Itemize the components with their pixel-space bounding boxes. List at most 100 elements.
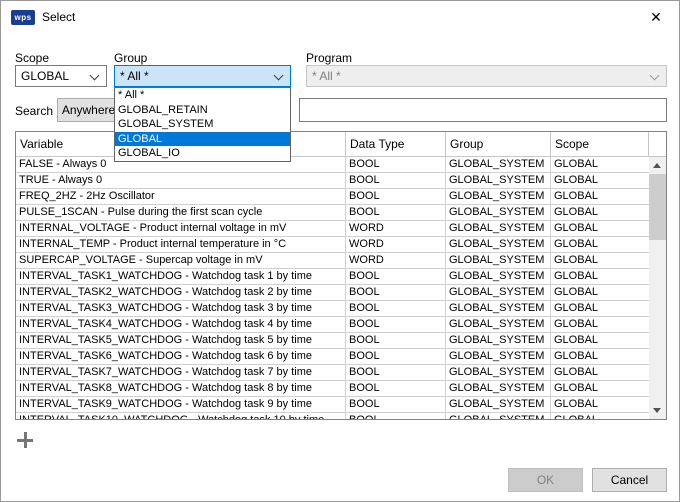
- cell-group: GLOBAL_SYSTEM: [446, 157, 551, 173]
- column-header-scope[interactable]: Scope: [551, 132, 649, 156]
- cell-data-type: BOOL: [346, 381, 446, 397]
- group-label: Group: [114, 51, 147, 65]
- table-row[interactable]: INTERVAL_TASK5_WATCHDOG - Watchdog task …: [16, 333, 649, 349]
- program-label: Program: [306, 51, 352, 65]
- cell-data-type: BOOL: [346, 285, 446, 301]
- cell-scope: GLOBAL: [551, 189, 649, 205]
- close-icon[interactable]: ✕: [633, 1, 679, 33]
- chevron-down-icon: [274, 71, 284, 81]
- table-row[interactable]: INTERVAL_TASK2_WATCHDOG - Watchdog task …: [16, 285, 649, 301]
- group-option[interactable]: GLOBAL_SYSTEM: [115, 117, 290, 132]
- cell-data-type: BOOL: [346, 189, 446, 205]
- cell-variable: INTERVAL_TASK7_WATCHDOG - Watchdog task …: [16, 365, 346, 381]
- add-variable-icon[interactable]: [17, 432, 33, 448]
- column-header-filler: [649, 132, 666, 156]
- table-row[interactable]: INTERVAL_TASK3_WATCHDOG - Watchdog task …: [16, 301, 649, 317]
- group-option[interactable]: * All *: [115, 88, 290, 103]
- table-row[interactable]: TRUE - Always 0 BOOL GLOBAL_SYSTEM GLOBA…: [16, 173, 649, 189]
- cell-group: GLOBAL_SYSTEM: [446, 269, 551, 285]
- cell-group: GLOBAL_SYSTEM: [446, 333, 551, 349]
- table-row[interactable]: INTERVAL_TASK7_WATCHDOG - Watchdog task …: [16, 365, 649, 381]
- program-combobox-value: * All *: [312, 69, 341, 83]
- cell-variable: INTERVAL_TASK3_WATCHDOG - Watchdog task …: [16, 301, 346, 317]
- scope-combobox[interactable]: GLOBAL: [15, 65, 107, 87]
- cell-scope: GLOBAL: [551, 413, 649, 419]
- cell-group: GLOBAL_SYSTEM: [446, 237, 551, 253]
- cell-group: GLOBAL_SYSTEM: [446, 381, 551, 397]
- cell-variable: INTERVAL_TASK4_WATCHDOG - Watchdog task …: [16, 317, 346, 333]
- cell-scope: GLOBAL: [551, 205, 649, 221]
- table-row[interactable]: FALSE - Always 0 BOOL GLOBAL_SYSTEM GLOB…: [16, 157, 649, 173]
- cell-group: GLOBAL_SYSTEM: [446, 413, 551, 419]
- group-option[interactable]: GLOBAL_RETAIN: [115, 103, 290, 118]
- cell-data-type: BOOL: [346, 269, 446, 285]
- table-row[interactable]: INTERVAL_TASK4_WATCHDOG - Watchdog task …: [16, 317, 649, 333]
- cell-data-type: BOOL: [346, 413, 446, 419]
- wps-logo-icon: wps: [11, 10, 35, 25]
- table-row[interactable]: INTERVAL_TASK6_WATCHDOG - Watchdog task …: [16, 349, 649, 365]
- column-header-group[interactable]: Group: [446, 132, 551, 156]
- cell-scope: GLOBAL: [551, 333, 649, 349]
- search-mode-button[interactable]: Anywhere: [57, 98, 120, 122]
- cell-group: GLOBAL_SYSTEM: [446, 285, 551, 301]
- search-label: Search: [15, 104, 53, 118]
- cell-variable: INTERVAL_TASK8_WATCHDOG - Watchdog task …: [16, 381, 346, 397]
- column-header-data-type[interactable]: Data Type: [346, 132, 446, 156]
- cell-group: GLOBAL_SYSTEM: [446, 173, 551, 189]
- cell-data-type: BOOL: [346, 173, 446, 189]
- cell-variable: TRUE - Always 0: [16, 173, 346, 189]
- cell-data-type: BOOL: [346, 349, 446, 365]
- program-combobox: * All *: [306, 65, 667, 87]
- cell-scope: GLOBAL: [551, 397, 649, 413]
- cell-scope: GLOBAL: [551, 349, 649, 365]
- cell-scope: GLOBAL: [551, 237, 649, 253]
- scroll-down-icon[interactable]: [649, 402, 666, 419]
- group-combobox[interactable]: * All *: [114, 65, 291, 87]
- cell-data-type: WORD: [346, 237, 446, 253]
- table-row[interactable]: INTERVAL_TASK10_WATCHDOG - Watchdog task…: [16, 413, 649, 419]
- select-dialog: wps Select ✕ Scope Group Program GLOBAL …: [0, 0, 680, 502]
- chevron-down-icon: [650, 71, 660, 81]
- group-option[interactable]: GLOBAL_IO: [115, 146, 290, 161]
- title-bar: wps Select ✕: [1, 1, 679, 33]
- ok-button: OK: [508, 468, 583, 492]
- cell-variable: INTERVAL_TASK2_WATCHDOG - Watchdog task …: [16, 285, 346, 301]
- cell-data-type: WORD: [346, 221, 446, 237]
- scroll-up-icon[interactable]: [649, 157, 666, 174]
- group-combobox-value: * All *: [120, 69, 149, 83]
- search-input[interactable]: [299, 98, 667, 122]
- variable-table-body-rows: FALSE - Always 0 BOOL GLOBAL_SYSTEM GLOB…: [16, 157, 649, 419]
- cell-data-type: BOOL: [346, 365, 446, 381]
- scope-label: Scope: [15, 51, 49, 65]
- table-row[interactable]: INTERVAL_TASK9_WATCHDOG - Watchdog task …: [16, 397, 649, 413]
- cell-data-type: BOOL: [346, 301, 446, 317]
- cell-group: GLOBAL_SYSTEM: [446, 349, 551, 365]
- table-scrollbar[interactable]: [649, 157, 666, 419]
- scrollbar-thumb[interactable]: [649, 174, 666, 240]
- cell-scope: GLOBAL: [551, 221, 649, 237]
- table-row[interactable]: FREQ_2HZ - 2Hz Oscillator BOOL GLOBAL_SY…: [16, 189, 649, 205]
- cell-scope: GLOBAL: [551, 317, 649, 333]
- cell-variable: INTERVAL_TASK5_WATCHDOG - Watchdog task …: [16, 333, 346, 349]
- table-row[interactable]: SUPERCAP_VOLTAGE - Supercap voltage in m…: [16, 253, 649, 269]
- cancel-button[interactable]: Cancel: [592, 468, 667, 492]
- cell-data-type: BOOL: [346, 333, 446, 349]
- cell-scope: GLOBAL: [551, 253, 649, 269]
- cell-data-type: BOOL: [346, 397, 446, 413]
- table-row[interactable]: INTERNAL_TEMP - Product internal tempera…: [16, 237, 649, 253]
- table-row[interactable]: INTERNAL_VOLTAGE - Product internal volt…: [16, 221, 649, 237]
- cell-variable: INTERVAL_TASK1_WATCHDOG - Watchdog task …: [16, 269, 346, 285]
- scope-combobox-value: GLOBAL: [21, 69, 69, 83]
- cell-group: GLOBAL_SYSTEM: [446, 317, 551, 333]
- cell-data-type: BOOL: [346, 317, 446, 333]
- cell-variable: INTERNAL_TEMP - Product internal tempera…: [16, 237, 346, 253]
- cell-group: GLOBAL_SYSTEM: [446, 253, 551, 269]
- group-dropdown-list: * All *GLOBAL_RETAINGLOBAL_SYSTEMGLOBALG…: [114, 87, 291, 162]
- table-row[interactable]: INTERVAL_TASK8_WATCHDOG - Watchdog task …: [16, 381, 649, 397]
- cell-scope: GLOBAL: [551, 285, 649, 301]
- cell-data-type: BOOL: [346, 205, 446, 221]
- window-title: Select: [42, 10, 75, 24]
- table-row[interactable]: INTERVAL_TASK1_WATCHDOG - Watchdog task …: [16, 269, 649, 285]
- group-option[interactable]: GLOBAL: [115, 132, 290, 147]
- table-row[interactable]: PULSE_1SCAN - Pulse during the first sca…: [16, 205, 649, 221]
